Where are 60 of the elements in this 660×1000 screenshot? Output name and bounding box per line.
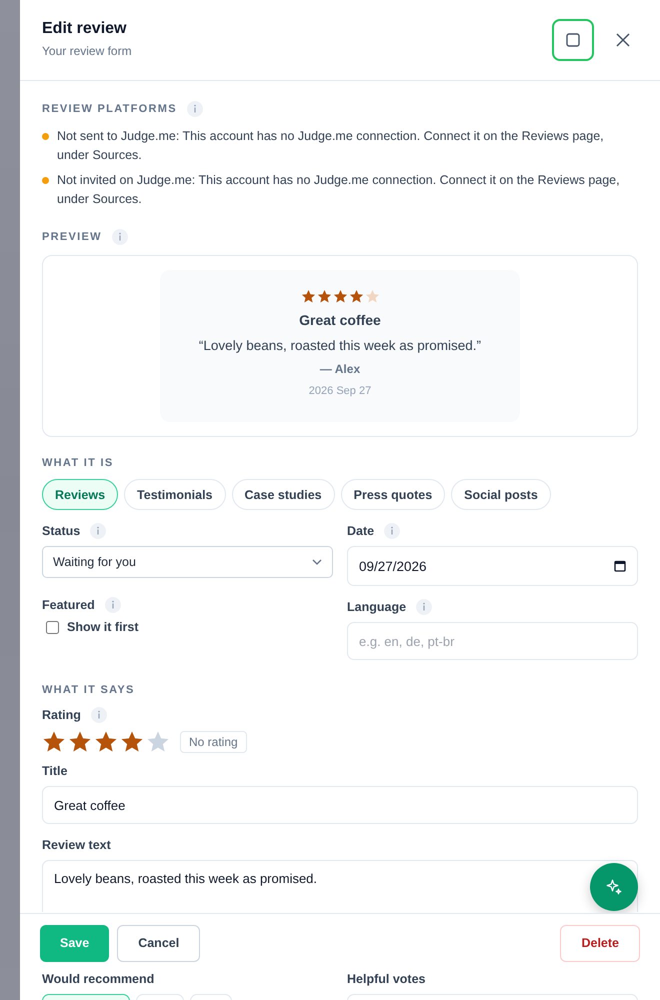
delete-button[interactable]: Delete bbox=[560, 924, 640, 962]
star-icon bbox=[316, 289, 332, 304]
field-label: Status bbox=[42, 524, 80, 538]
section-heading: WHAT IT SAYS bbox=[42, 684, 135, 696]
star-icon bbox=[300, 289, 316, 304]
info-icon bbox=[384, 523, 400, 539]
field-label: Title bbox=[42, 764, 68, 778]
info-icon bbox=[416, 599, 432, 615]
type-chip[interactable]: Reviews bbox=[42, 479, 118, 510]
drawer-subtitle: Your review form bbox=[42, 44, 132, 58]
maximize-button[interactable] bbox=[552, 19, 594, 61]
star-icon bbox=[68, 730, 92, 754]
title-field[interactable]: Great coffee bbox=[42, 786, 638, 824]
field-label: Rating bbox=[42, 708, 81, 722]
review-text-field[interactable]: Lovely beans, roasted this week as promised. bbox=[42, 860, 638, 912]
cancel-button[interactable]: Cancel bbox=[117, 924, 200, 962]
star-icon bbox=[42, 730, 66, 754]
date-field[interactable]: 09/27/2026 bbox=[347, 546, 638, 586]
section-heading: REVIEW PLATFORMS bbox=[42, 103, 177, 115]
field-label: Language bbox=[347, 600, 406, 614]
notice-text: Not invited on Judge.me: This account has no Judge.me connection. Connect it on the Reviews page, under Sources. bbox=[57, 172, 621, 208]
preview-author: — Alex bbox=[320, 362, 360, 376]
info-icon bbox=[90, 523, 106, 539]
field-label: Featured bbox=[42, 598, 95, 612]
no-rating-button[interactable]: No rating bbox=[180, 731, 247, 753]
status-select[interactable]: Waiting for you bbox=[42, 546, 333, 578]
star-icon bbox=[348, 289, 364, 304]
drawer-title: Edit review bbox=[42, 20, 128, 38]
star-icon bbox=[120, 730, 144, 754]
star-icon bbox=[146, 730, 170, 754]
info-icon bbox=[112, 229, 128, 245]
notice-text: Not sent to Judge.me: This account has no Judge.me connection. Connect it on the Reviews page, under Sources. bbox=[57, 128, 605, 164]
section-heading: PREVIEW bbox=[42, 231, 102, 243]
field-label: Review text bbox=[42, 838, 111, 852]
close-icon bbox=[616, 33, 630, 47]
field-label: Would recommend bbox=[42, 972, 154, 986]
featured-checkbox[interactable] bbox=[46, 620, 59, 634]
info-icon bbox=[90, 707, 107, 723]
type-chip[interactable]: Testimonials bbox=[124, 479, 226, 510]
floating-action-button[interactable] bbox=[590, 863, 638, 911]
sparkle-icon bbox=[605, 878, 623, 896]
star-icon bbox=[94, 730, 118, 754]
section-heading: WHAT IT IS bbox=[42, 457, 114, 469]
preview-title: Great coffee bbox=[299, 312, 381, 328]
star-icon bbox=[364, 289, 380, 304]
preview-date: 2026 Sep 27 bbox=[308, 385, 372, 397]
type-chip[interactable]: Case studies bbox=[232, 479, 335, 510]
field-label: Helpful votes bbox=[347, 972, 426, 986]
type-chip[interactable]: Press quotes bbox=[340, 479, 446, 510]
square-icon bbox=[566, 33, 580, 47]
chevron-down-icon bbox=[312, 559, 322, 565]
star-icon bbox=[332, 289, 348, 304]
checkbox-label: Show it first bbox=[67, 620, 139, 634]
type-chip[interactable]: Social posts bbox=[451, 479, 551, 510]
info-icon bbox=[104, 597, 121, 613]
info-icon bbox=[186, 101, 203, 117]
calendar-icon bbox=[614, 560, 626, 572]
language-field[interactable]: e.g. en, de, pt-br bbox=[347, 622, 638, 660]
field-label: Date bbox=[347, 524, 374, 538]
preview-quote: “Lovely beans, roasted this week as promised.” bbox=[198, 338, 482, 353]
